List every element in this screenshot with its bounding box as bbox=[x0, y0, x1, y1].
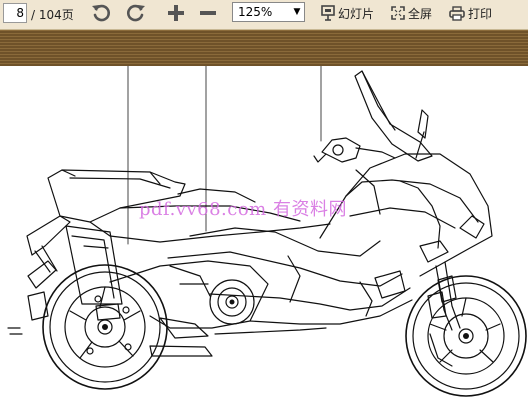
page-total-label: / 104页 bbox=[31, 8, 74, 22]
fullscreen-icon bbox=[391, 6, 405, 20]
pdf-toolbar: / 104页 125% ▼ 幻灯片 bbox=[0, 0, 528, 30]
page-number-input[interactable] bbox=[3, 3, 27, 23]
watermark-text: pdf.vv68.com 有资料网 bbox=[139, 199, 347, 220]
fullscreen-label: 全屏 bbox=[408, 6, 433, 21]
zoom-value: 125% bbox=[238, 5, 273, 19]
rotate-right-icon bbox=[127, 4, 145, 22]
document-page[interactable]: pdf.vv68.com 有资料网 bbox=[0, 66, 528, 407]
slideshow-label: 幻灯片 bbox=[338, 6, 375, 21]
zoom-select[interactable]: 125% ▼ bbox=[232, 2, 305, 22]
chevron-down-icon: ▼ bbox=[293, 7, 301, 17]
zoom-in-button[interactable] bbox=[165, 1, 187, 25]
rotate-left-icon bbox=[92, 4, 110, 22]
slideshow-icon bbox=[321, 5, 335, 21]
page-header-band bbox=[0, 30, 528, 66]
minus-icon bbox=[200, 11, 216, 15]
zoom-out-button[interactable] bbox=[197, 1, 219, 25]
motorcycle-illustration bbox=[7, 66, 527, 397]
print-button[interactable]: 打印 bbox=[449, 3, 492, 23]
print-label: 打印 bbox=[468, 6, 493, 21]
slideshow-button[interactable]: 幻灯片 bbox=[321, 3, 374, 23]
fullscreen-button[interactable]: 全屏 bbox=[391, 3, 432, 23]
rotate-left-button[interactable] bbox=[90, 1, 114, 25]
rotate-right-button[interactable] bbox=[123, 1, 147, 25]
printer-icon bbox=[449, 5, 465, 21]
plus-icon bbox=[168, 5, 184, 21]
